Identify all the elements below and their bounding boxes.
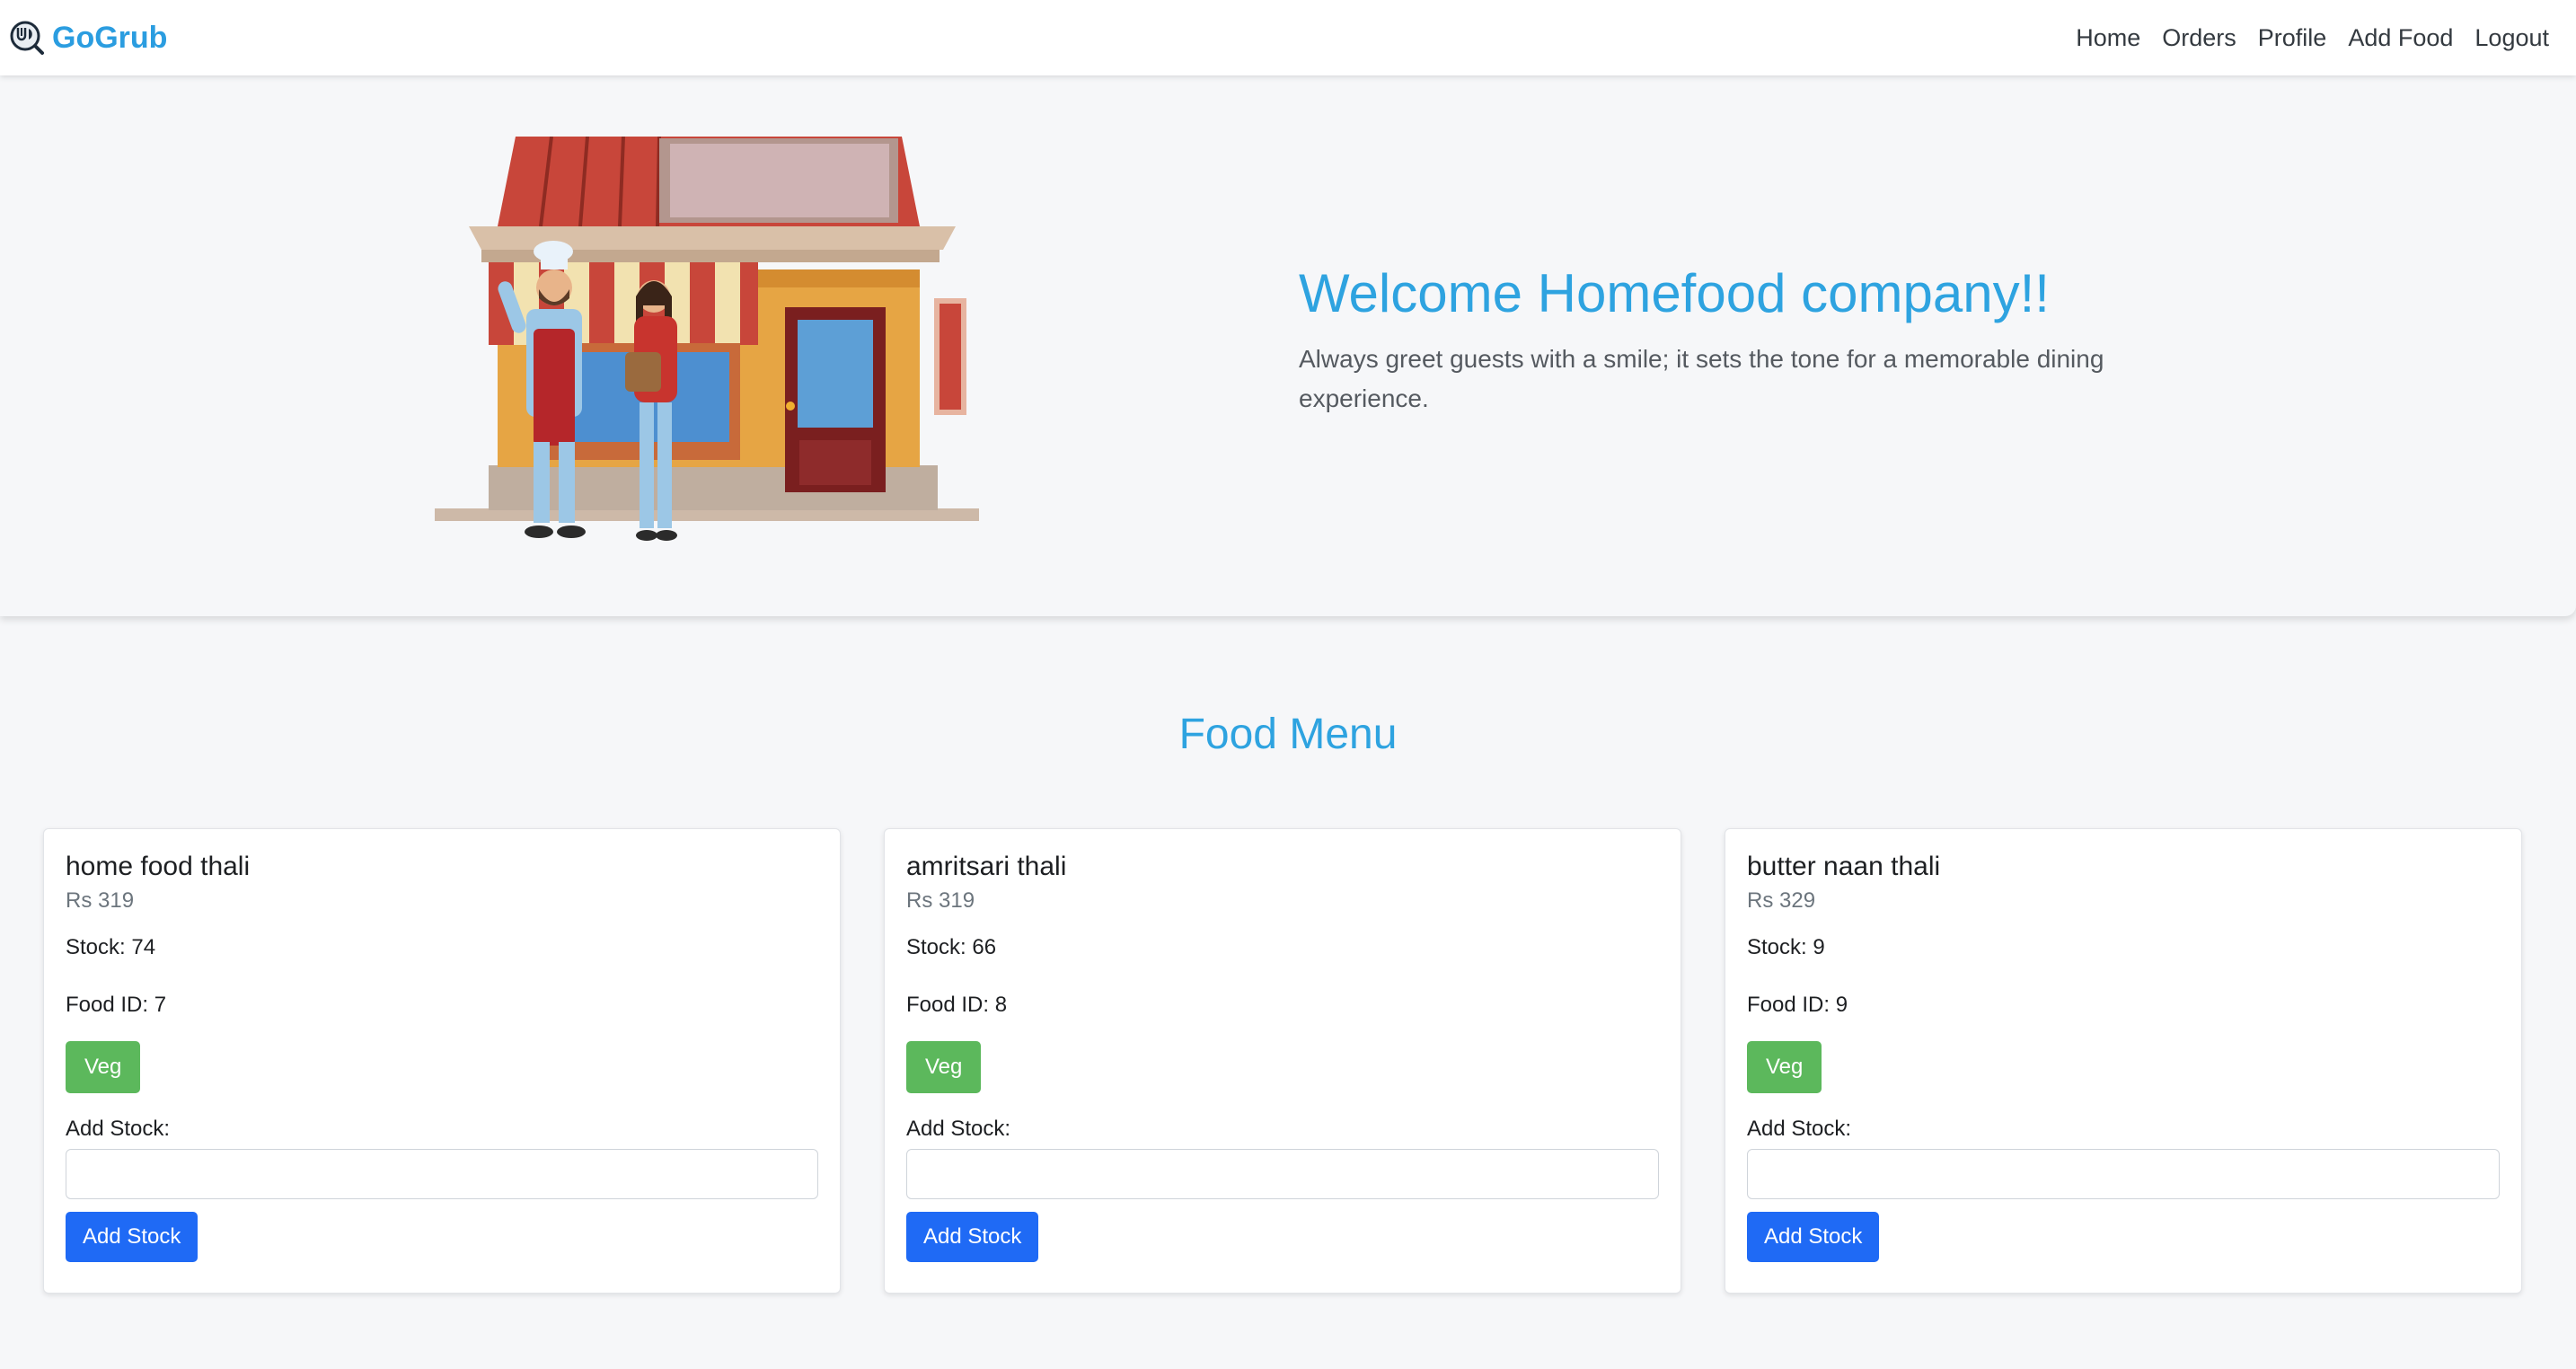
hero-title: Welcome Homefood company!! — [1299, 263, 2050, 323]
hero-text: Welcome Homefood company!! Always greet … — [1299, 264, 2197, 419]
food-card: amritsari thali Rs 319 Stock: 66 Food ID… — [884, 828, 1681, 1294]
food-card: butter naan thali Rs 329 Stock: 9 Food I… — [1725, 828, 2522, 1294]
brand-link[interactable]: GoGrub — [9, 20, 167, 56]
add-stock-button[interactable]: Add Stock — [906, 1212, 1039, 1262]
hero-section: Welcome Homefood company!! Always greet … — [0, 75, 2576, 616]
food-id: Food ID: 8 — [906, 993, 1008, 1017]
nav-link-home[interactable]: Home — [2076, 24, 2140, 52]
nav-link-profile[interactable]: Profile — [2258, 24, 2327, 52]
food-price: Rs 329 — [1747, 888, 1816, 913]
food-stock: Stock: 74 — [66, 935, 156, 959]
add-stock-button[interactable]: Add Stock — [1747, 1212, 1880, 1262]
food-menu-title: Food Menu — [1178, 711, 1398, 758]
food-id: Food ID: 7 — [66, 993, 167, 1017]
food-id: Food ID: 9 — [1747, 993, 1848, 1017]
add-stock-input[interactable] — [906, 1149, 1659, 1199]
nav-link-add-food[interactable]: Add Food — [2348, 24, 2453, 52]
gogrub-logo-icon — [10, 21, 44, 55]
add-stock-input[interactable] — [66, 1149, 818, 1199]
veg-badge: Veg — [66, 1041, 141, 1093]
food-name: home food thali — [66, 852, 251, 881]
food-name: butter naan thali — [1747, 852, 1941, 881]
food-price: Rs 319 — [66, 888, 135, 913]
add-stock-label: Add Stock: — [66, 1117, 171, 1141]
food-stock: Stock: 66 — [906, 935, 997, 959]
add-stock-button[interactable]: Add Stock — [66, 1212, 198, 1262]
hero-subtitle: Always greet guests with a smile; it set… — [1299, 345, 2104, 412]
navbar: GoGrub Home Orders Profile Add Food Logo… — [0, 0, 2576, 75]
veg-badge: Veg — [1747, 1041, 1822, 1093]
add-stock-input[interactable] — [1747, 1149, 2500, 1199]
storefront-illustration-icon — [435, 137, 979, 541]
food-name: amritsari thali — [906, 852, 1067, 881]
veg-badge: Veg — [906, 1041, 982, 1093]
food-stock: Stock: 9 — [1747, 935, 1825, 959]
food-card-list: home food thali Rs 319 Stock: 74 Food ID… — [43, 828, 2522, 1294]
food-card: home food thali Rs 319 Stock: 74 Food ID… — [43, 828, 841, 1294]
nav-link-orders[interactable]: Orders — [2162, 24, 2236, 52]
brand-name: GoGrub — [52, 20, 168, 55]
nav-link-logout[interactable]: Logout — [2475, 24, 2549, 52]
add-stock-label: Add Stock: — [906, 1117, 1011, 1141]
add-stock-label: Add Stock: — [1747, 1117, 1852, 1141]
nav-links: Home Orders Profile Add Food Logout — [2076, 24, 2549, 52]
food-price: Rs 319 — [906, 888, 975, 913]
